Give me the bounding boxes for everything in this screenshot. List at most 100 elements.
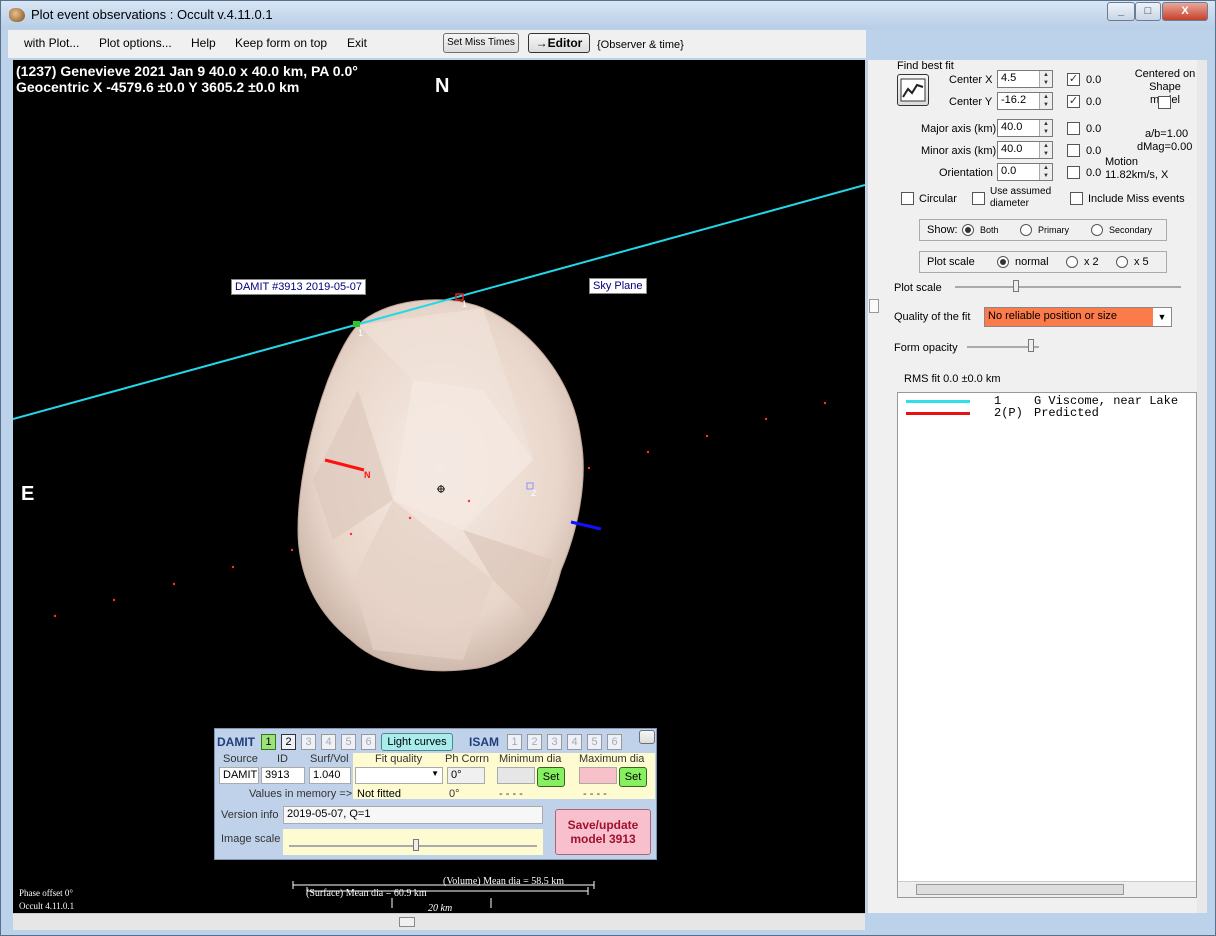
plot-scale-slider[interactable] [955, 286, 1181, 288]
occult-app-icon [9, 8, 25, 22]
fit-quality-dropdown[interactable]: ▼ [355, 767, 443, 784]
menu-plot-options[interactable]: Plot options... [99, 36, 172, 50]
image-scale-label: Image scale [221, 833, 281, 845]
close-button[interactable]: X [1162, 2, 1208, 21]
plot-scale-normal-label: normal [1015, 256, 1049, 268]
center-x-delta: 0.0 [1086, 74, 1102, 86]
light-curves-button[interactable]: Light curves [381, 733, 453, 751]
include-miss-checkbox[interactable] [1070, 192, 1083, 205]
scale-bar-label: 20 km [428, 903, 453, 913]
show-primary-radio[interactable] [1020, 224, 1032, 236]
damit-tab-6[interactable]: 6 [361, 734, 376, 750]
plot-scale-x2-radio[interactable] [1066, 256, 1078, 268]
orientation-checkbox[interactable] [1067, 166, 1080, 179]
chord-2-marker-label: 2 [531, 488, 537, 498]
minimize-button[interactable]: _ [1107, 2, 1135, 21]
motion-label: Motion [1105, 156, 1139, 168]
main-window: Plot event observations : Occult v.4.11.… [0, 0, 1216, 936]
circular-checkbox[interactable] [901, 192, 914, 205]
fit-quality-label: Fit quality [375, 753, 423, 765]
use-assumed-checkbox[interactable] [972, 192, 985, 205]
ph-corr-field[interactable]: 0° [447, 767, 485, 784]
splitter-bar[interactable] [867, 60, 881, 913]
image-scale-thumb[interactable] [413, 839, 419, 851]
source-value: DAMIT [219, 767, 259, 784]
splitter-handle[interactable] [869, 299, 879, 313]
save-update-model-button[interactable]: Save/update model 3913 [555, 809, 651, 855]
form-opacity-thumb[interactable] [1028, 339, 1034, 352]
canvas-horizontal-scrollbar[interactable] [13, 913, 865, 930]
plot-scale-group-label: Plot scale [927, 256, 975, 268]
center-x-label: Center X [949, 74, 993, 86]
damit-panel-collapse[interactable] [639, 730, 655, 744]
legend-line-1 [906, 400, 970, 403]
plot-scale-thumb[interactable] [1013, 280, 1019, 292]
observer-time-label: {Observer & time} [597, 39, 684, 51]
set-max-dia-button[interactable]: Set [619, 767, 647, 787]
isam-tab-3[interactable]: 3 [547, 734, 562, 750]
major-axis-checkbox[interactable] [1067, 122, 1080, 135]
center-y-input[interactable]: -16.2 ▲ ▼ [997, 92, 1053, 110]
damit-tab-3[interactable]: 3 [301, 734, 316, 750]
isam-tab-5[interactable]: 5 [587, 734, 602, 750]
ph-mem-value: 0° [449, 788, 460, 800]
menu-keep-form-on-top[interactable]: Keep form on top [235, 36, 327, 50]
plot-scale-normal-radio[interactable] [997, 256, 1009, 268]
show-group: Show: Both Primary Secondary [919, 219, 1167, 241]
right-panel-scrollbar[interactable] [1197, 60, 1207, 913]
version-footer: Occult 4.11.0.1 [19, 901, 75, 911]
center-y-checkbox[interactable]: ✓ [1067, 95, 1080, 108]
centered-on-shape-checkbox[interactable] [1158, 96, 1171, 109]
version-info-label: Version info [221, 809, 279, 821]
damit-tab-2[interactable]: 2 [281, 734, 296, 750]
find-best-fit-button[interactable] [897, 74, 929, 106]
menu-with-plot[interactable]: with Plot... [24, 36, 79, 50]
dmag-value: dMag=0.00 [1137, 141, 1193, 153]
isam-tab-6[interactable]: 6 [607, 734, 622, 750]
editor-button[interactable]: →Editor [528, 33, 590, 53]
legend-scroll-thumb[interactable] [916, 884, 1124, 895]
minor-axis-input[interactable]: 40.0 ▲ ▼ [997, 141, 1053, 159]
rms-fit-label: RMS fit 0.0 ±0.0 km [904, 373, 1001, 385]
menu-exit[interactable]: Exit [347, 36, 367, 50]
title-bar: Plot event observations : Occult v.4.11.… [1, 1, 1215, 29]
max-dia-mem: - - - - [583, 788, 607, 800]
maximize-button[interactable]: □ [1135, 2, 1161, 21]
plot-scale-x5-radio[interactable] [1116, 256, 1128, 268]
min-dia-field[interactable] [497, 767, 535, 784]
quality-of-fit-dropdown[interactable]: No reliable position or size ▼ [984, 307, 1172, 327]
surface-mean-dia: (Surface) Mean dia = 60.9 km [306, 888, 427, 899]
legend-horizontal-scrollbar[interactable] [898, 881, 1196, 897]
isam-tab-4[interactable]: 4 [567, 734, 582, 750]
legend-text-2: Predicted [1034, 406, 1099, 420]
major-axis-input[interactable]: 40.0 ▲ ▼ [997, 119, 1053, 137]
set-miss-times-button[interactable]: Set Miss Times [443, 33, 519, 53]
include-miss-label: Include Miss events [1088, 193, 1185, 205]
menu-help[interactable]: Help [191, 36, 216, 50]
damit-tab-5[interactable]: 5 [341, 734, 356, 750]
image-scale-slider[interactable] [283, 829, 543, 855]
center-x-checkbox[interactable]: ✓ [1067, 73, 1080, 86]
fit-control-panel: Find best fit Center X 4.5 ▲ ▼ ✓ 0.0 Cente… [881, 60, 1207, 913]
set-min-dia-button[interactable]: Set [537, 767, 565, 787]
isam-tab-1[interactable]: 1 [507, 734, 522, 750]
max-dia-field[interactable] [579, 767, 617, 784]
orientation-input[interactable]: 0.0 ▲ ▼ [997, 163, 1053, 181]
observer-legend-list[interactable]: 1 G Viscome, near Lake 2(P) Predicted [897, 392, 1197, 898]
not-fitted-value: Not fitted [357, 788, 402, 800]
center-x-input[interactable]: 4.5 ▲ ▼ [997, 70, 1053, 88]
show-both-radio[interactable] [962, 224, 974, 236]
damit-tab-1[interactable]: 1 [261, 734, 276, 750]
plot-scale-x2-label: x 2 [1084, 256, 1099, 268]
damit-tab-4[interactable]: 4 [321, 734, 336, 750]
show-secondary-radio[interactable] [1091, 224, 1103, 236]
minor-axis-label: Minor axis (km) [921, 145, 997, 157]
damit-title: DAMIT [217, 735, 255, 749]
max-dia-label: Maximum dia [579, 753, 645, 765]
damit-model-label: DAMIT #3913 2019-05-07 [231, 279, 366, 295]
horizontal-scroll-thumb[interactable] [399, 917, 415, 927]
major-axis-label: Major axis (km) [921, 123, 997, 135]
plot-scale-x5-label: x 5 [1134, 256, 1149, 268]
isam-tab-2[interactable]: 2 [527, 734, 542, 750]
minor-axis-checkbox[interactable] [1067, 144, 1080, 157]
